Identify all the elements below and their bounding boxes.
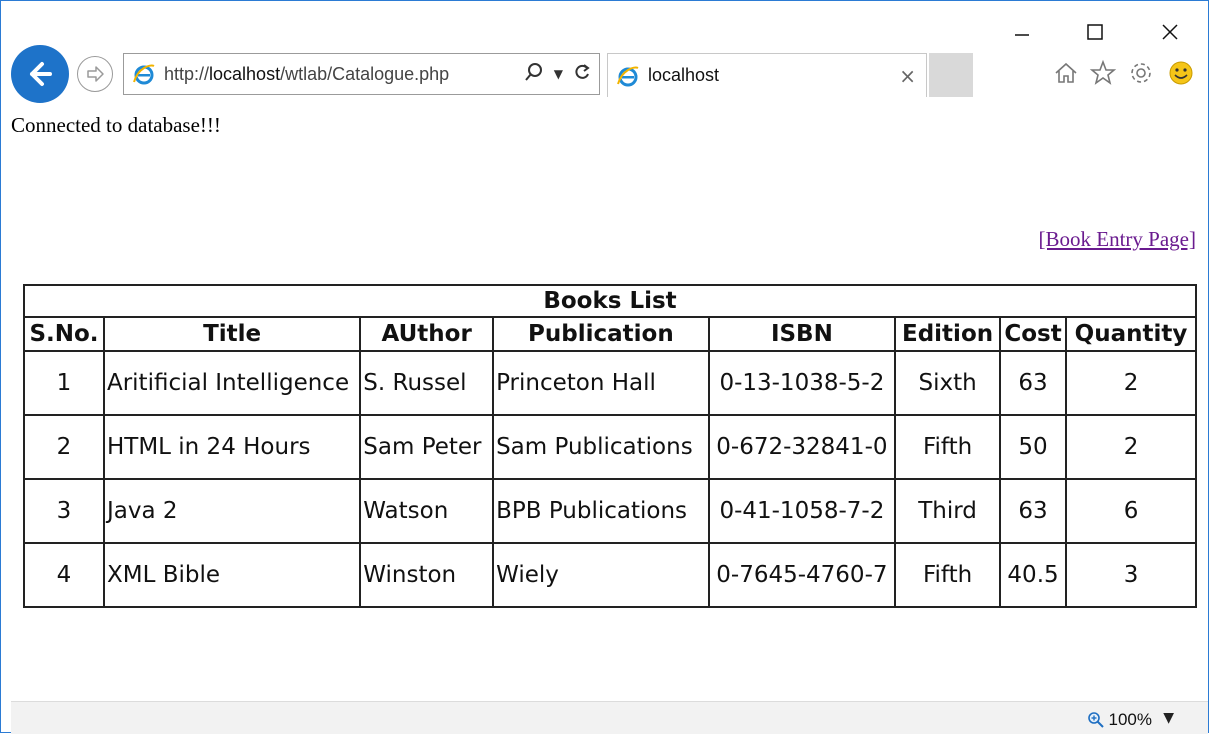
url-host: localhost [209, 63, 281, 84]
forward-arrow-icon [87, 66, 104, 82]
isbn-cell: 0-672-32841-0 [707, 414, 897, 480]
zoom-level: 100% [1108, 710, 1152, 729]
sno-cell: 3 [23, 478, 105, 544]
sno-cell: 4 [23, 542, 105, 608]
isbn-cell: 0-7645-4760-7 [707, 542, 897, 608]
close-window-button[interactable] [1147, 17, 1193, 47]
edition-cell: Fifth [894, 414, 1002, 480]
quantity-cell: 3 [1065, 542, 1197, 608]
column-header: S.No. [23, 316, 105, 352]
column-header: Edition [894, 316, 1002, 352]
new-tab-button[interactable] [929, 53, 973, 97]
zoom-control[interactable]: 100% [1087, 710, 1152, 730]
search-icon[interactable] [524, 62, 544, 87]
table-header-row: S.No. Title AUthor Publication ISBN Edit… [23, 316, 1197, 352]
cost-cell: 40.5 [999, 542, 1068, 608]
author-cell: Sam Peter [359, 414, 495, 480]
url-text[interactable]: http://localhost/wtlab/Catalogue.php [164, 64, 449, 85]
publication-cell: Princeton Hall [492, 350, 710, 416]
cost-cell: 63 [999, 478, 1068, 544]
tab-close-icon[interactable]: × [899, 64, 916, 88]
title-cell: HTML in 24 Hours [102, 414, 362, 480]
author-cell: Winston [359, 542, 495, 608]
column-header: ISBN [707, 316, 897, 352]
publication-cell: Wiely [492, 542, 710, 608]
back-button[interactable] [11, 45, 69, 103]
table-row: 1 Aritificial Intelligence S. Russel Pri… [23, 350, 1197, 416]
ie-page-icon [132, 62, 156, 86]
status-bar: 100% ▼ [11, 701, 1208, 734]
quantity-cell: 6 [1065, 478, 1197, 544]
minimize-icon [1015, 34, 1029, 36]
title-cell: XML Bible [102, 542, 362, 608]
isbn-cell: 0-13-1038-5-2 [707, 350, 897, 416]
tab-ie-icon [616, 64, 640, 88]
title-cell: Java 2 [102, 478, 362, 544]
isbn-cell: 0-41-1058-7-2 [707, 478, 897, 544]
cost-cell: 50 [999, 414, 1068, 480]
maximize-button[interactable] [1072, 17, 1118, 47]
browser-window: http://localhost/wtlab/Catalogue.php ▼ l… [0, 0, 1209, 734]
table-row: 2 HTML in 24 Hours Sam Peter Sam Publica… [23, 414, 1197, 480]
minimize-button[interactable] [999, 17, 1045, 47]
edition-cell: Third [894, 478, 1002, 544]
column-header: Publication [492, 316, 710, 352]
refresh-icon[interactable] [573, 63, 591, 86]
column-header: Quantity [1065, 316, 1197, 352]
tab-title: localhost [648, 65, 720, 85]
title-cell: Aritificial Intelligence [102, 350, 362, 416]
quantity-cell: 2 [1065, 350, 1197, 416]
publication-cell: BPB Publications [492, 478, 710, 544]
dropdown-arrow-icon[interactable]: ▼ [554, 67, 563, 81]
status-message: Connected to database!!! [11, 113, 221, 138]
feedback-smiley-icon[interactable] [1167, 55, 1195, 91]
column-header: AUthor [359, 316, 495, 352]
table-row: 3 Java 2 Watson BPB Publications 0-41-10… [23, 478, 1197, 544]
column-header: Title [102, 316, 362, 352]
address-bar[interactable]: http://localhost/wtlab/Catalogue.php ▼ [123, 53, 600, 95]
book-entry-page-link[interactable]: [Book Entry Page] [1039, 227, 1196, 252]
books-table: Books List S.No. Title AUthor Publicatio… [23, 284, 1197, 608]
publication-cell: Sam Publications [492, 414, 710, 480]
url-path: /wtlab/Catalogue.php [280, 63, 450, 84]
table-row: 4 XML Bible Winston Wiely 0-7645-4760-7 … [23, 542, 1197, 608]
back-arrow-icon [30, 62, 52, 86]
table-caption: Books List [23, 284, 1197, 318]
settings-gear-icon[interactable] [1127, 55, 1155, 91]
browser-tab[interactable]: localhost × [607, 53, 927, 97]
author-cell: S. Russel [359, 350, 495, 416]
quantity-cell: 2 [1065, 414, 1197, 480]
close-icon [1162, 24, 1178, 40]
edition-cell: Sixth [894, 350, 1002, 416]
author-cell: Watson [359, 478, 495, 544]
status-text: Connected to database!!! [11, 113, 221, 137]
zoom-magnifier-icon [1087, 712, 1104, 728]
sno-cell: 1 [23, 350, 105, 416]
edition-cell: Fifth [894, 542, 1002, 608]
cost-cell: 63 [999, 350, 1068, 416]
sno-cell: 2 [23, 414, 105, 480]
forward-button[interactable] [77, 56, 113, 92]
column-header: Cost [999, 316, 1068, 352]
maximize-icon [1087, 24, 1103, 40]
zoom-dropdown-icon[interactable]: ▼ [1163, 710, 1174, 726]
url-scheme: http:// [164, 63, 210, 84]
favorites-star-icon[interactable] [1089, 55, 1117, 91]
home-icon[interactable] [1053, 55, 1079, 91]
